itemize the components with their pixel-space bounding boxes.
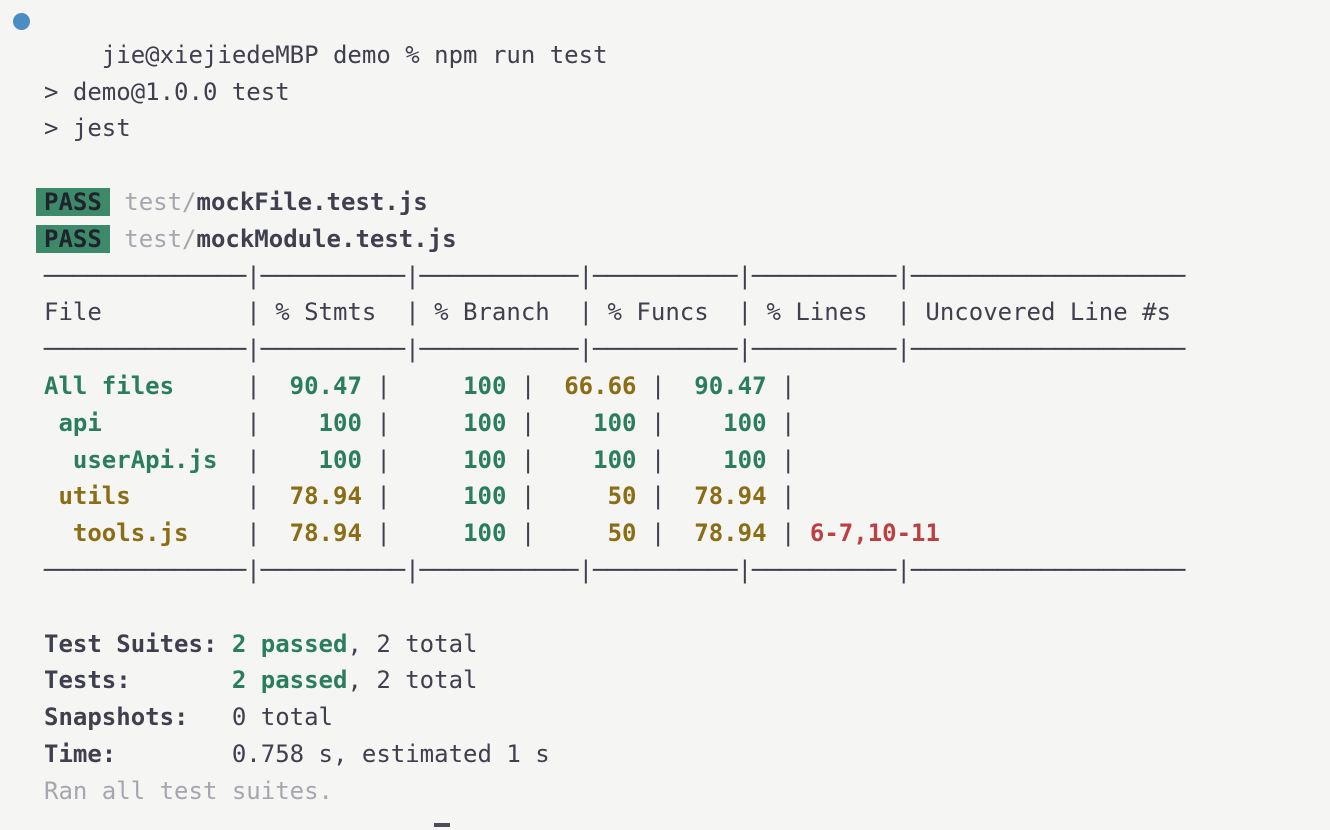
footer-text: Ran all test suites. — [44, 776, 333, 805]
table-cell-value: 100 — [405, 445, 521, 474]
summary-value: 0 total — [231, 703, 333, 732]
table-column-divider: | — [650, 519, 680, 548]
table-cell-uncovered: 6-7,10-11 — [809, 519, 940, 548]
table-column-divider: | — [650, 371, 680, 400]
table-column-divider: | — [780, 482, 810, 511]
test-suite-result: PASS test/mockFile.test.js — [0, 184, 1330, 221]
summary-row: Time: 0.758 s, estimated 1 s — [0, 736, 1330, 773]
table-column-divider: | — [520, 519, 550, 548]
summary-label: Tests: — [44, 666, 232, 695]
table-cell-value: 100 — [679, 445, 781, 474]
table-column-divider: | — [376, 371, 406, 400]
summary-passed-count: 2 passed — [231, 666, 348, 695]
blue-status-dot-icon — [13, 13, 30, 30]
test-summary: Test Suites: 2 passed, 2 total Tests: 2 p… — [0, 626, 1330, 773]
table-column-divider: | — [780, 519, 810, 548]
summary-row: Test Suites: 2 passed, 2 total — [0, 626, 1330, 663]
table-cell-file: utils — [44, 482, 247, 511]
pass-badge: PASS — [36, 224, 110, 253]
table-column-divider: | — [246, 371, 276, 400]
table-column-divider: | — [780, 408, 810, 437]
table-column-divider: | — [246, 519, 276, 548]
table-cell-value: 100 — [405, 371, 521, 400]
table-column-divider: | — [520, 371, 550, 400]
table-column-divider: | — [246, 482, 276, 511]
table-column-divider: | — [520, 482, 550, 511]
table-column-divider: | — [780, 371, 810, 400]
pass-badge: PASS — [36, 187, 110, 216]
table-cell-value: 66.66 — [549, 371, 651, 400]
table-column-divider: | — [376, 408, 406, 437]
summary-label: Test Suites: — [44, 629, 232, 658]
table-cell-file: userApi.js — [44, 445, 247, 474]
prompt-line: jie@xiejiedeMBP demo % npm run test — [0, 0, 1330, 69]
table-column-divider: | — [520, 445, 550, 474]
table-cell-file: api — [44, 408, 247, 437]
table-cell-value: 50 — [549, 519, 651, 548]
suite-dir: test/ — [124, 224, 197, 253]
table-cell-file: tools.js — [44, 519, 247, 548]
table-row[interactable]: api | 100 | 100 | 100 | 100 | — [0, 405, 1330, 442]
summary-value: , 2 total — [347, 629, 478, 658]
table-cell-value: 100 — [405, 482, 521, 511]
table-cell-value: 50 — [549, 482, 651, 511]
table-row[interactable]: tools.js | 78.94 | 100 | 50 | 78.94 | 6-… — [0, 515, 1330, 552]
table-cell-value: 90.47 — [275, 371, 377, 400]
table-cell-file: All files — [44, 371, 247, 400]
table-separator: ──────────────|──────────|───────────|──… — [44, 555, 1186, 584]
table-cell-value: 100 — [549, 445, 651, 474]
prompt-command: npm run test — [434, 40, 608, 69]
summary-row: Tests: 2 passed, 2 total — [0, 662, 1330, 699]
suite-file[interactable]: mockFile.test.js — [197, 188, 428, 216]
table-column-divider: | — [780, 445, 810, 474]
table-row[interactable]: utils | 78.94 | 100 | 50 | 78.94 | — [0, 478, 1330, 515]
table-cell-value: 78.94 — [275, 519, 377, 548]
table-cell-value: 100 — [549, 408, 651, 437]
table-cell-value: 100 — [405, 408, 521, 437]
summary-label: Time: — [44, 739, 232, 768]
npm-output-line: > demo@1.0.0 test — [44, 77, 290, 106]
table-cell-value: 100 — [275, 408, 377, 437]
table-separator: ──────────────|──────────|───────────|──… — [44, 261, 1186, 290]
table-header-row: File | % Stmts | % Branch | % Funcs | % … — [44, 298, 1172, 327]
suite-dir: test/ — [124, 187, 197, 216]
coverage-table-body: All files | 90.47 | 100 | 66.66 | 90.47 … — [0, 368, 1330, 552]
table-separator: ──────────────|──────────|───────────|──… — [44, 335, 1186, 364]
text-cursor — [434, 823, 450, 827]
table-cell-value: 78.94 — [679, 482, 781, 511]
summary-row: Snapshots: 0 total — [0, 699, 1330, 736]
table-cell-value: 78.94 — [275, 482, 377, 511]
prompt-text: jie@xiejiedeMBP demo % — [101, 40, 435, 69]
table-cell-value: 90.47 — [679, 371, 781, 400]
table-column-divider: | — [650, 482, 680, 511]
table-cell-value: 78.94 — [679, 519, 781, 548]
table-row[interactable]: userApi.js | 100 | 100 | 100 | 100 | — [0, 442, 1330, 479]
table-row[interactable]: All files | 90.47 | 100 | 66.66 | 90.47 … — [0, 368, 1330, 405]
npm-output-line: > jest — [44, 114, 131, 143]
table-column-divider: | — [520, 408, 550, 437]
summary-passed-count: 2 passed — [231, 629, 348, 658]
summary-value: , 2 total — [347, 666, 478, 695]
table-column-divider: | — [650, 408, 680, 437]
table-column-divider: | — [376, 482, 406, 511]
table-column-divider: | — [246, 408, 276, 437]
summary-label: Snapshots: — [44, 703, 232, 732]
table-cell-value: 100 — [405, 519, 521, 548]
terminal-window[interactable]: jie@xiejiedeMBP demo % npm run test > de… — [0, 0, 1330, 830]
table-column-divider: | — [376, 445, 406, 474]
table-column-divider: | — [246, 445, 276, 474]
summary-value: 0.758 s, estimated 1 s — [231, 739, 550, 768]
table-column-divider: | — [376, 519, 406, 548]
table-cell-value: 100 — [275, 445, 377, 474]
test-suite-result: PASS test/mockModule.test.js — [0, 221, 1330, 258]
table-column-divider: | — [650, 445, 680, 474]
table-cell-value: 100 — [679, 408, 781, 437]
suite-file[interactable]: mockModule.test.js — [197, 225, 457, 253]
